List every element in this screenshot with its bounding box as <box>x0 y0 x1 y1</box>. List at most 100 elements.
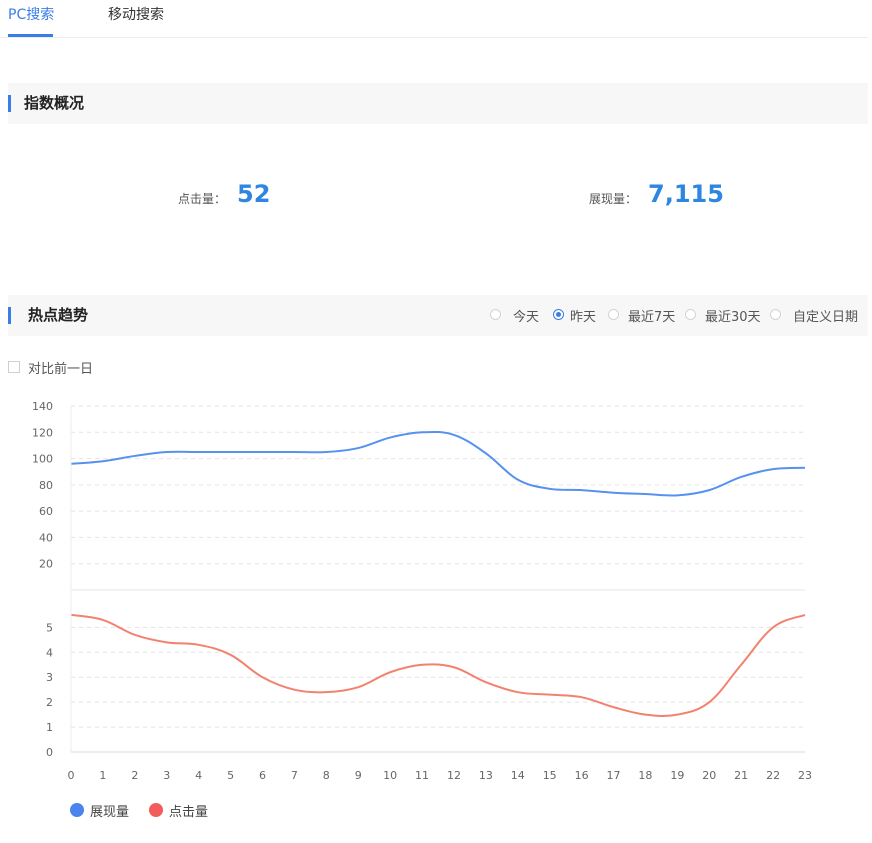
x-tick-label: 23 <box>798 769 812 782</box>
x-tick-label: 2 <box>131 769 138 782</box>
clicks-point <box>357 686 360 689</box>
clicks-point <box>548 693 551 696</box>
clicks-point <box>389 671 392 674</box>
impressions-point <box>421 431 424 434</box>
range-today-label: 今天 <box>513 310 540 325</box>
clicks-point <box>772 626 775 629</box>
impressions-point <box>740 475 743 478</box>
impressions-point <box>644 493 647 496</box>
radio-icon <box>608 309 619 320</box>
impressions-point <box>197 451 200 454</box>
overview-title: 指数概况 <box>24 94 85 112</box>
x-tick-label: 1 <box>99 769 106 782</box>
clicks-point <box>708 701 711 704</box>
range-7days-label: 最近7天 <box>628 310 676 325</box>
clicks-point <box>421 663 424 666</box>
impressions-point <box>580 489 583 492</box>
impressions-point <box>804 466 807 469</box>
search-type-tabs: PC搜索 移动搜索 <box>0 0 868 38</box>
impressions-point <box>229 451 232 454</box>
overview-header: 指数概况 <box>8 83 868 124</box>
x-tick-label: 9 <box>355 769 362 782</box>
clicks-point <box>133 633 136 636</box>
x-tick-label: 10 <box>383 769 397 782</box>
radio-icon <box>490 309 501 320</box>
clicks-point <box>644 713 647 716</box>
trend-title: 热点趋势 <box>28 306 89 324</box>
impressions-point <box>101 460 104 463</box>
range-custom-label: 自定义日期 <box>793 310 859 325</box>
impressions-y-tick-label: 120 <box>32 426 53 439</box>
impressions-point <box>293 451 296 454</box>
impressions-point <box>612 491 615 494</box>
clicks-point <box>516 691 519 694</box>
x-tick-label: 15 <box>543 769 557 782</box>
x-tick-label: 7 <box>291 769 298 782</box>
range-yesterday-label: 昨天 <box>570 310 597 325</box>
clicks-label: 点击量： <box>178 192 227 206</box>
impressions-point <box>165 451 168 454</box>
legend-label-impressions: 展现量 <box>90 805 130 820</box>
clicks-point <box>261 676 264 679</box>
x-tick-label: 22 <box>766 769 780 782</box>
impressions-y-tick-label: 60 <box>39 505 53 518</box>
x-tick-label: 4 <box>195 769 202 782</box>
radio-checked-icon <box>553 309 564 320</box>
clicks-point <box>580 696 583 699</box>
clicks-point <box>293 688 296 691</box>
x-tick-label: 20 <box>702 769 716 782</box>
impressions-point <box>484 452 487 455</box>
active-tab-indicator <box>8 34 53 37</box>
impressions-value: 7,115 <box>648 180 724 208</box>
impressions-point <box>708 489 711 492</box>
legend-dot-clicks <box>149 803 163 817</box>
impressions-point <box>389 436 392 439</box>
impressions-point <box>452 433 455 436</box>
tab-mobile-search[interactable]: 移动搜索 <box>108 6 164 24</box>
section-accent <box>8 95 11 112</box>
x-tick-label: 12 <box>447 769 461 782</box>
clicks-point <box>325 691 328 694</box>
x-tick-label: 16 <box>575 769 589 782</box>
clicks-point <box>804 613 807 616</box>
impressions-y-tick-label: 100 <box>32 453 53 466</box>
date-range-selector: 今天 昨天 最近7天 最近30天 自定义日期 <box>490 306 859 326</box>
impressions-point <box>516 478 519 481</box>
impressions-y-tick-label: 40 <box>39 531 53 544</box>
radio-icon <box>685 309 696 320</box>
legend-label-clicks: 点击量 <box>169 805 209 820</box>
x-tick-label: 8 <box>323 769 330 782</box>
impressions-label: 展现量： <box>589 192 638 206</box>
impressions-point <box>772 468 775 471</box>
x-tick-label: 17 <box>607 769 621 782</box>
legend-dot-impressions <box>70 803 84 817</box>
clicks-point <box>197 643 200 646</box>
clicks-point <box>165 641 168 644</box>
x-tick-label: 3 <box>163 769 170 782</box>
impressions-y-tick-label: 20 <box>39 558 53 571</box>
clicks-y-tick-label: 2 <box>46 696 53 709</box>
clicks-y-tick-label: 0 <box>46 746 53 759</box>
x-tick-label: 21 <box>734 769 748 782</box>
x-tick-label: 14 <box>511 769 525 782</box>
tab-pc-search[interactable]: PC搜索 <box>8 6 54 24</box>
clicks-point <box>484 681 487 684</box>
x-tick-label: 19 <box>670 769 684 782</box>
x-tick-label: 0 <box>68 769 75 782</box>
impressions-point <box>548 487 551 490</box>
clicks-point <box>452 666 455 669</box>
clicks-y-tick-label: 3 <box>46 671 53 684</box>
clicks-value: 52 <box>237 180 271 208</box>
x-tick-label: 11 <box>415 769 429 782</box>
clicks-point <box>676 713 679 716</box>
impressions-point <box>357 447 360 450</box>
clicks-point <box>101 618 104 621</box>
clicks-series-line <box>70 613 806 717</box>
x-tick-label: 13 <box>479 769 493 782</box>
compare-label: 对比前一日 <box>28 362 94 377</box>
clicks-point <box>612 706 615 709</box>
impressions-point <box>676 494 679 497</box>
x-tick-label: 6 <box>259 769 266 782</box>
impressions-y-tick-label: 80 <box>39 479 53 492</box>
impressions-point <box>133 454 136 457</box>
